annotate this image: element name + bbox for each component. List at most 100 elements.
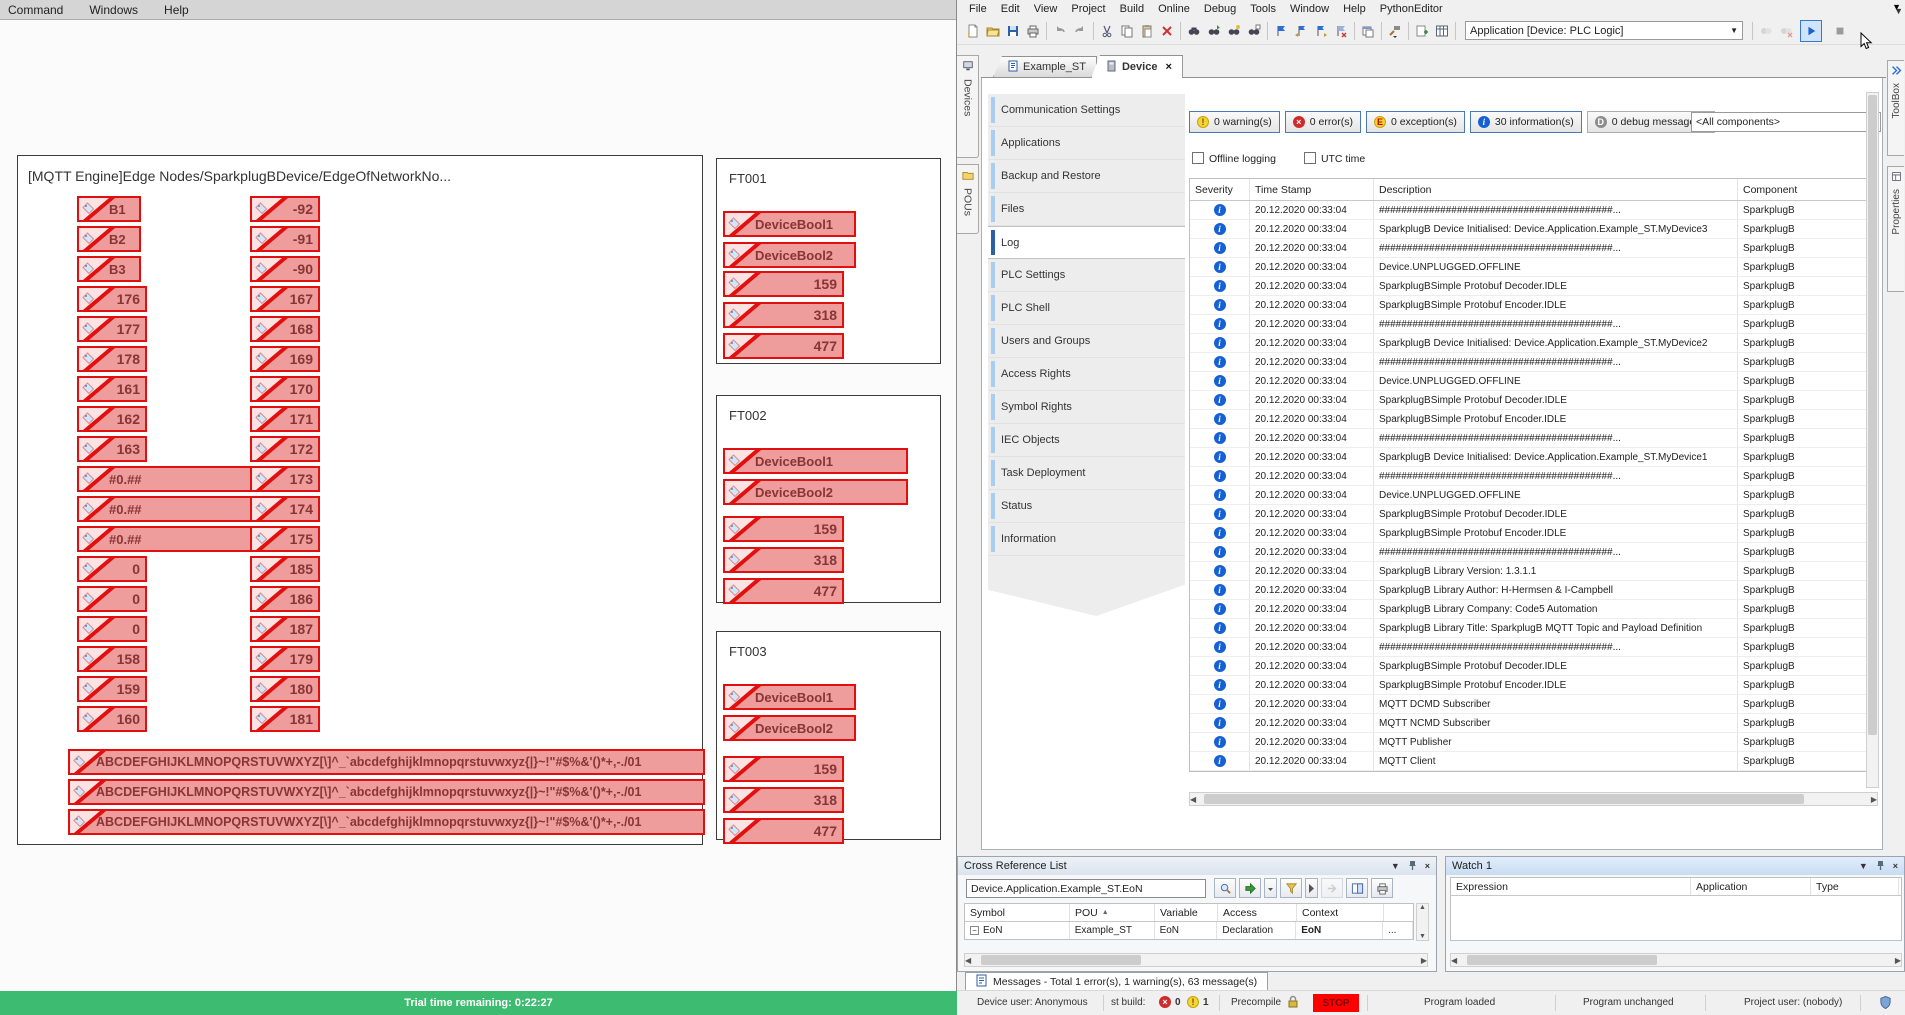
column-header-severity[interactable]: Severity — [1190, 179, 1250, 200]
tag-box[interactable]: 171 — [250, 406, 320, 432]
cut-icon[interactable] — [1097, 21, 1117, 41]
log-row[interactable]: i20.12.2020 00:33:04####################… — [1190, 638, 1877, 657]
offline-logging-checkbox[interactable]: Offline logging — [1192, 152, 1276, 165]
tag-box[interactable]: 179 — [250, 646, 320, 672]
log-row[interactable]: i20.12.2020 00:33:04####################… — [1190, 467, 1877, 486]
menu-item-project[interactable]: Project — [1071, 3, 1105, 15]
sidebar-item-symbol-rights[interactable]: Symbol Rights — [988, 391, 1185, 424]
utc-time-checkbox[interactable]: UTC time — [1304, 152, 1365, 165]
pin-icon[interactable] — [1408, 860, 1417, 873]
log-row[interactable]: i20.12.2020 00:33:04####################… — [1190, 353, 1877, 372]
tag-box[interactable]: 159 — [723, 271, 844, 297]
log-row[interactable]: i20.12.2020 00:33:04Device.UNPLUGGED.OFF… — [1190, 486, 1877, 505]
dock-tab-properties[interactable]: Properties — [1887, 166, 1904, 292]
log-row[interactable]: i20.12.2020 00:33:04####################… — [1190, 315, 1877, 334]
scroll-right-icon[interactable]: ▶ — [1895, 956, 1901, 965]
filter-dropdown-button[interactable] — [1264, 878, 1277, 898]
save-icon[interactable] — [1003, 21, 1023, 41]
column-header-context[interactable]: Context — [1297, 904, 1384, 921]
tree-collapse-icon[interactable]: − — [970, 926, 979, 935]
log-row[interactable]: i20.12.2020 00:33:04SparkplugB Library T… — [1190, 619, 1877, 638]
menu-item-view[interactable]: View — [1034, 3, 1058, 15]
log-row[interactable]: i20.12.2020 00:33:04MQTT DCMD Subscriber… — [1190, 695, 1877, 714]
messages-bar[interactable]: Messages - Total 1 error(s), 1 warning(s… — [965, 972, 1268, 990]
filter-warning-button[interactable]: !0 warning(s) — [1189, 111, 1280, 133]
go-button[interactable] — [1239, 878, 1261, 898]
menu-item-command[interactable]: Command — [8, 3, 63, 17]
scroll-down-icon[interactable]: ▼ — [1417, 933, 1428, 940]
print-icon[interactable] — [1023, 21, 1043, 41]
tag-box[interactable]: 175 — [250, 526, 320, 552]
tag-box[interactable]: 177 — [77, 316, 147, 342]
log-row[interactable]: i20.12.2020 00:33:04SparkplugBSimple Pro… — [1190, 524, 1877, 543]
tag-box[interactable]: B2 — [77, 226, 141, 252]
tag-box[interactable]: 0 — [77, 556, 147, 582]
menu-item-help[interactable]: Help — [164, 3, 189, 17]
jump-button[interactable] — [1321, 878, 1343, 898]
tag-box[interactable]: #0.## — [77, 466, 253, 492]
tag-box[interactable]: 477 — [723, 818, 844, 844]
log-row[interactable]: i20.12.2020 00:33:04SparkplugB Device In… — [1190, 334, 1877, 353]
filter-exception-button[interactable]: E0 exception(s) — [1366, 111, 1465, 133]
scroll-thumb[interactable] — [1467, 955, 1657, 965]
log-row[interactable]: i20.12.2020 00:33:04SparkplugB Device In… — [1190, 220, 1877, 239]
tag-box[interactable]: 186 — [250, 586, 320, 612]
new-object-icon[interactable] — [1412, 21, 1432, 41]
tag-box[interactable]: 170 — [250, 376, 320, 402]
log-row[interactable]: i20.12.2020 00:33:04SparkplugB Device In… — [1190, 448, 1877, 467]
tag-box[interactable]: 168 — [250, 316, 320, 342]
filter-button[interactable] — [1280, 878, 1302, 898]
tag-box[interactable]: ABCDEFGHIJKLMNOPQRSTUVWXYZ[\]^_`abcdefgh… — [68, 749, 705, 775]
log-row[interactable]: i20.12.2020 00:33:04SparkplugB Library C… — [1190, 600, 1877, 619]
tag-box[interactable]: DeviceBool1 — [723, 211, 856, 237]
dock-tab-toolbox[interactable]: ToolBox — [1887, 60, 1904, 156]
sidebar-item-plc-settings[interactable]: PLC Settings — [988, 259, 1185, 292]
tag-box[interactable]: 318 — [723, 547, 844, 573]
log-row[interactable]: i20.12.2020 00:33:04####################… — [1190, 429, 1877, 448]
tag-box[interactable]: 318 — [723, 787, 844, 813]
pin-icon[interactable] — [1876, 860, 1885, 873]
dock-tab-devices[interactable]: Devices — [957, 55, 979, 158]
watch-hscrollbar[interactable]: ◀ ▶ — [1450, 953, 1902, 967]
column-header-type[interactable]: Type — [1811, 878, 1899, 895]
sidebar-item-applications[interactable]: Applications — [988, 127, 1185, 160]
panel-menu-caret-icon[interactable]: ▼ — [1391, 861, 1400, 871]
tab-device[interactable]: Device× — [1091, 55, 1183, 78]
tag-box[interactable]: 178 — [77, 346, 147, 372]
tag-box[interactable]: 167 — [250, 286, 320, 312]
log-row[interactable]: i20.12.2020 00:33:04####################… — [1190, 239, 1877, 258]
library-manager-icon[interactable] — [1432, 21, 1452, 41]
tag-box[interactable]: #0.## — [77, 526, 253, 552]
tag-box[interactable]: 161 — [77, 376, 147, 402]
new-file-icon[interactable] — [963, 21, 983, 41]
scroll-left-icon[interactable]: ◀ — [1190, 795, 1196, 804]
scroll-right-icon[interactable]: ▶ — [1421, 956, 1427, 965]
tag-box[interactable]: -90 — [250, 256, 320, 282]
login-button[interactable] — [1756, 21, 1776, 41]
menu-item-build[interactable]: Build — [1120, 3, 1144, 15]
stop-button[interactable] — [1830, 21, 1850, 41]
tag-box[interactable]: 0 — [77, 586, 147, 612]
tag-box[interactable]: 477 — [723, 333, 844, 359]
sidebar-item-users-and-groups[interactable]: Users and Groups — [988, 325, 1185, 358]
menu-item-edit[interactable]: Edit — [1001, 3, 1020, 15]
start-button[interactable] — [1800, 20, 1822, 42]
tag-box[interactable]: DeviceBool1 — [723, 684, 856, 710]
tag-box[interactable]: 176 — [77, 286, 147, 312]
tag-box[interactable]: 169 — [250, 346, 320, 372]
column-header-variable[interactable]: Variable — [1155, 904, 1218, 921]
bookmarks-clear-icon[interactable] — [1331, 21, 1351, 41]
log-row[interactable]: i20.12.2020 00:33:04SparkplugBSimple Pro… — [1190, 657, 1877, 676]
active-application-combobox[interactable]: Application [Device: PLC Logic]▼ — [1465, 21, 1743, 40]
tag-box[interactable]: 159 — [723, 516, 844, 542]
bookmark-prev-icon[interactable] — [1291, 21, 1311, 41]
tag-box[interactable]: 181 — [250, 706, 320, 732]
tag-box[interactable]: 318 — [723, 302, 844, 328]
tag-box[interactable]: 172 — [250, 436, 320, 462]
scroll-thumb[interactable] — [1868, 95, 1877, 735]
log-row[interactable]: i20.12.2020 00:33:04MQTT ClientSparkplug… — [1190, 752, 1877, 771]
menu-item-windows[interactable]: Windows — [89, 3, 138, 17]
column-header-access[interactable]: Access — [1218, 904, 1297, 921]
filter-error-button[interactable]: ×0 error(s) — [1285, 111, 1361, 133]
log-vscrollbar[interactable] — [1866, 92, 1879, 788]
